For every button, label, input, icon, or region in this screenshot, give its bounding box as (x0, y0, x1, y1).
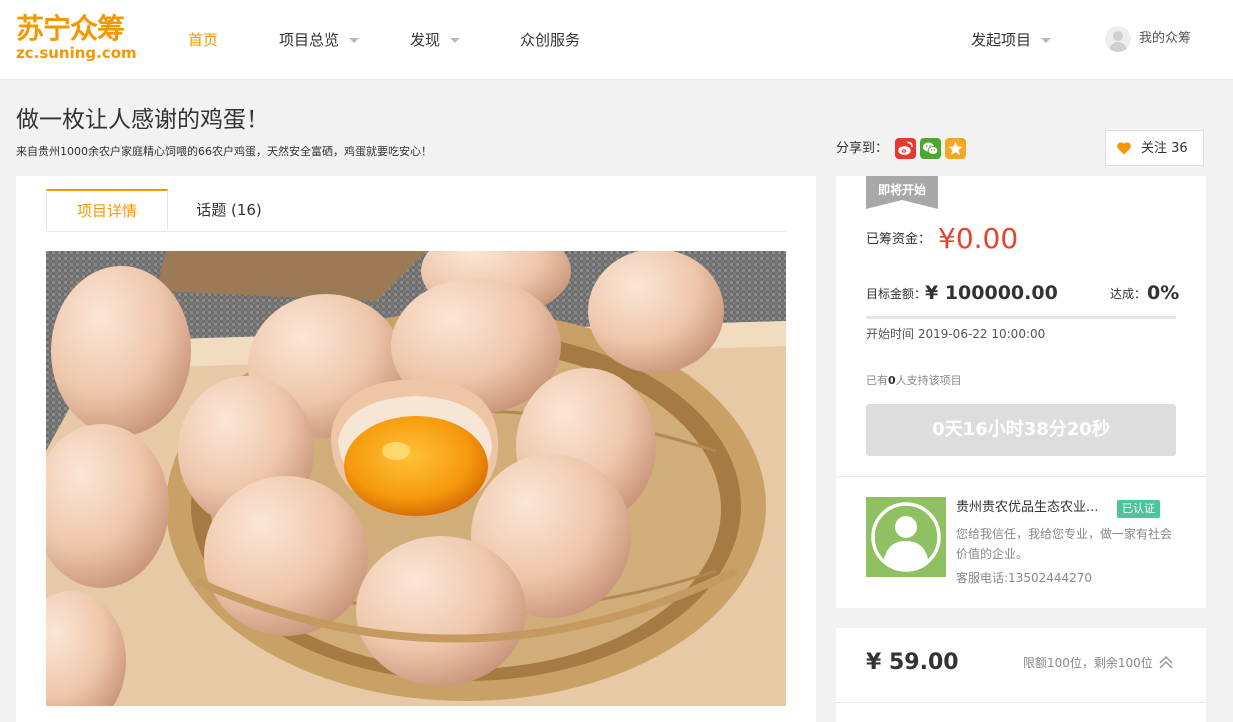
tab-topics[interactable]: 话题 (16) (168, 189, 290, 231)
nav-discover-label: 发现 (410, 31, 441, 49)
funding-progress-bar (866, 316, 1176, 319)
qzone-share-icon[interactable] (945, 138, 966, 159)
nav-overview-label: 项目总览 (279, 31, 340, 49)
chevron-up-icon[interactable] (1158, 654, 1174, 670)
sponsor-description: 您给我信任，我给您专业，做一家有社会价值的企业。 (956, 527, 1173, 561)
completion-percent: 0% (1147, 282, 1180, 304)
sidebar-divider (836, 476, 1206, 477)
nav-services[interactable]: 众创服务 (520, 29, 580, 51)
follow-button[interactable]: 关注 36 (1105, 130, 1204, 166)
nav-launch-label: 发起项目 (971, 31, 1032, 49)
heart-icon (1117, 142, 1131, 155)
sponsor-name-link[interactable]: 贵州贵农优品生态农业... (956, 498, 1098, 518)
supporters-suffix: 人支持该项目 (895, 374, 962, 387)
logo-wordmark: 苏宁众筹 (16, 12, 125, 45)
weibo-share-icon[interactable] (895, 138, 916, 159)
reward-limit: 限额100位，剩余100位 (1023, 656, 1153, 670)
follow-count-label: 关注 36 (1141, 141, 1188, 156)
nav-overview[interactable]: 项目总览 (279, 29, 360, 51)
verified-badge: 已认证 (1117, 500, 1160, 518)
chevron-down-icon (349, 38, 360, 43)
countdown-button[interactable]: 0天16小时38分20秒 (866, 404, 1176, 456)
reward-tier-card[interactable]: ¥ 59.00 限额100位，剩余100位 (836, 628, 1206, 722)
my-crowdfunding-link[interactable]: 我的众筹 (1139, 29, 1191, 49)
raised-amount-label: 已筹资金： (866, 232, 932, 247)
top-header: 苏宁众筹 zc.suning.com 首页 项目总览 发现 众创服务 发起项目 … (0, 0, 1233, 80)
status-ribbon-text: 即将开始 (878, 182, 926, 197)
funding-sidebar: 即将开始 已筹资金： ¥0.00 目标金额： ¥ 100000.00 达成： 0… (836, 176, 1206, 608)
site-logo[interactable]: 苏宁众筹 zc.suning.com (16, 14, 138, 64)
sponsor-phone: 客服电话:13502444270 (956, 571, 1093, 585)
supporters-count: 已有0人支持该项目 (866, 372, 962, 390)
project-main-panel: 项目详情 话题 (16) (16, 176, 816, 722)
start-time: 开始时间 2019-06-22 10:00:00 (866, 327, 1046, 341)
chevron-down-icon (450, 38, 461, 43)
completion-label: 达成： (1110, 287, 1147, 301)
user-avatar-icon[interactable] (1105, 26, 1131, 52)
project-subtitle: 来自贵州1000余农户家庭精心饲喂的66农户鸡蛋，天然安全富硒，鸡蛋就要吃安心！ (16, 145, 432, 158)
goal-amount-value: ¥ 100000.00 (925, 282, 1058, 304)
page-title: 做一枚让人感谢的鸡蛋！ (16, 107, 269, 133)
eggs-basket-photo (46, 251, 786, 706)
nav-discover[interactable]: 发现 (410, 29, 461, 51)
share-label: 分享到： (836, 141, 889, 156)
reward-price: ¥ 59.00 (866, 650, 959, 675)
tab-project-details[interactable]: 项目详情 (46, 189, 168, 230)
nav-services-label: 众创服务 (520, 31, 581, 49)
supporters-number: 0 (888, 374, 896, 387)
chevron-down-icon (1041, 38, 1052, 43)
goal-amount-label: 目标金额： (866, 287, 927, 301)
sponsor-avatar[interactable] (866, 497, 946, 577)
supporters-prefix: 已有 (866, 374, 888, 387)
wechat-share-icon[interactable] (920, 138, 941, 159)
reward-divider (836, 702, 1206, 703)
nav-home[interactable]: 首页 (188, 29, 218, 51)
logo-domain: zc.suning.com (16, 44, 137, 62)
raised-amount-value: ¥0.00 (938, 222, 1019, 255)
nav-launch-project[interactable]: 发起项目 (971, 29, 1052, 51)
project-tabs: 项目详情 话题 (16) (46, 189, 786, 232)
nav-home-label: 首页 (188, 31, 219, 49)
status-ribbon-badge: 即将开始 (866, 176, 938, 209)
